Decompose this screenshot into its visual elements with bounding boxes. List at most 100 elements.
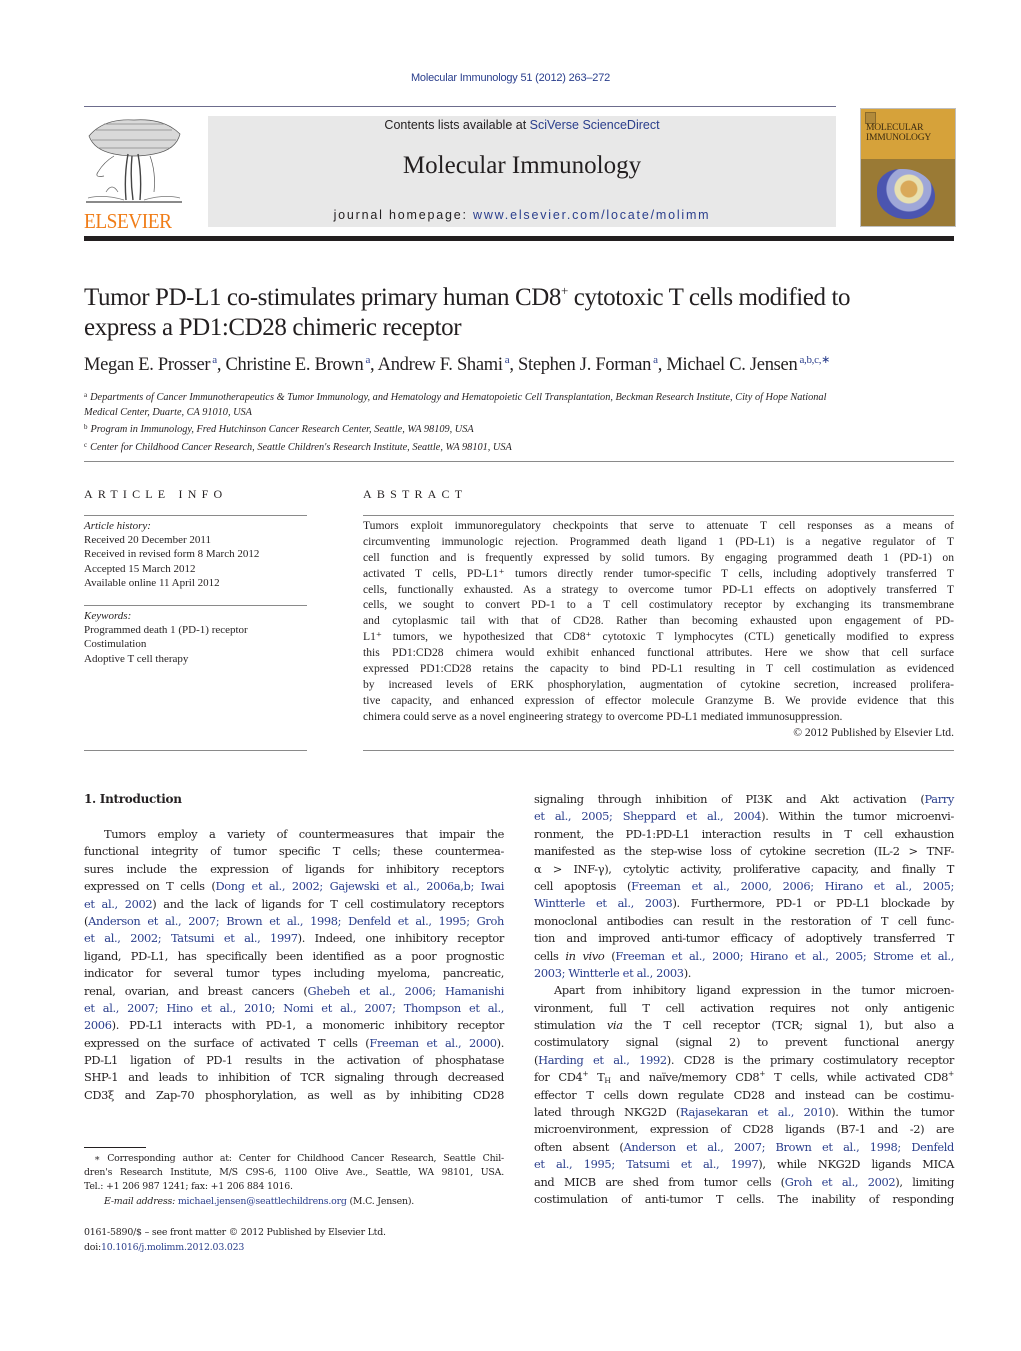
article-info-bottom-rule <box>84 750 307 751</box>
body-text-line: lated through NKG2D (Rajasekaran et al.,… <box>534 1104 954 1121</box>
issn-block: 0161-5890/$ – see front matter © 2012 Pu… <box>84 1225 504 1255</box>
text-run: and MICB are shed from tumor cells ( <box>534 1174 785 1189</box>
doi-link[interactable]: 10.1016/j.molimm.2012.03.023 <box>101 1242 244 1253</box>
homepage-url-link[interactable]: www.elsevier.com/locate/molimm <box>473 208 710 222</box>
abstract-line: tive capacity, and enhanced expression o… <box>363 693 954 707</box>
body-text-line: effector T cells down regulate CD28 and … <box>534 1087 954 1104</box>
footnote-line: dren's Research Institute, M/S C9S-6, 11… <box>84 1167 504 1179</box>
title-superscript: + <box>560 283 568 298</box>
citation-link[interactable]: 2006 <box>84 1018 112 1032</box>
abstract-line: by increased levels of ERK phosphorylati… <box>363 677 954 691</box>
text-run: via <box>606 1018 623 1033</box>
citation-link[interactable]: Freeman et al., 2000 <box>369 1036 497 1050</box>
abstract-line: activated T cells, PD-L1⁺ tumors directl… <box>363 566 954 580</box>
citation-link[interactable]: Freeman et al., 2000, 2006; Hirano et al… <box>631 879 954 893</box>
text-run: CD3ξ and Zap-70 phosphorylation, as well… <box>84 1087 504 1102</box>
title-text: Tumor PD-L1 co-stimulates primary human … <box>84 284 561 311</box>
text-run: stimulation <box>534 1018 607 1033</box>
body-text-line: for CD4+ TH and naïve/memory CD8+ T cell… <box>534 1069 954 1086</box>
citation-link[interactable]: 2003; Wintterle et al., 2003 <box>534 966 684 980</box>
body-text-line: and MICB are shed from tumor cells (Groh… <box>534 1174 954 1191</box>
citation-link[interactable]: Dong et al., 2002; Gajewski et al., 2006… <box>216 879 505 893</box>
author-name: Christine E. Brown <box>225 355 364 375</box>
keywords-label: Keywords: <box>84 610 132 622</box>
citation-link[interactable]: Harding et al., 1992 <box>538 1053 667 1067</box>
abstract-line: L1⁺ tumors, we hypothesized that CD8⁺ cy… <box>363 630 954 644</box>
citation-link[interactable]: Freeman et al., 2000; Hirano et al., 200… <box>615 949 954 963</box>
abstract-line: circumventing immunologic rejection. Pro… <box>363 534 954 548</box>
text-run: indicator for several tumor types includ… <box>84 966 504 981</box>
body-text-line: often absent (Anderson et al., 2007; Bro… <box>534 1139 954 1156</box>
body-text-line: 2006). PD-L1 interacts with PD-1, a mono… <box>84 1017 504 1034</box>
abstract-line: cell function and is frequently expresse… <box>363 550 954 564</box>
body-text-line: sures include the expression of ligands … <box>84 861 504 878</box>
citation-link[interactable]: et al., 2002; Tatsumi et al., 1997 <box>84 931 298 945</box>
body-text-line: indicator for several tumor types includ… <box>84 965 504 982</box>
journal-reference-link[interactable]: Molecular Immunology 51 (2012) 263–272 <box>0 72 1021 84</box>
abstract-line: cells, we sought to convert PD-1 to a T … <box>363 598 954 612</box>
history-online: Available online 11 April 2012 <box>84 576 220 589</box>
body-text-line: Apart from inhibitory ligand expression … <box>534 982 954 999</box>
title-text: cytotoxic T cells modified to <box>567 284 851 311</box>
text-run: ), while NKG2D ligands MICA <box>758 1157 954 1172</box>
abstract-line: expressed PD1:CD28 retains the capacity … <box>363 662 954 676</box>
citation-link[interactable]: Rajasekaran et al., 2010 <box>680 1105 831 1119</box>
citation-link[interactable]: et al., 2007; Hino et al., 2010; Nomi et… <box>84 1001 504 1015</box>
body-text-line: Wintterle et al., 2003). Furthermore, PD… <box>534 895 954 912</box>
cover-title-line: MOLECULAR <box>866 123 924 133</box>
front-matter-line: 0161-5890/$ – see front matter © 2012 Pu… <box>84 1227 386 1238</box>
author-affil-link[interactable]: a,b,c,∗ <box>799 354 830 366</box>
footnote-line: ∗ Corresponding author at: Center for Ch… <box>94 1153 504 1164</box>
citation-link[interactable]: Anderson et al., 2007; Brown et al., 199… <box>88 914 504 928</box>
elsevier-logo[interactable]: ELSEVIER <box>84 116 204 233</box>
elsevier-tree-icon <box>86 119 182 203</box>
citation-link[interactable]: et al., 2005; Sheppard et al., 2004 <box>534 809 762 823</box>
text-run: ). Indeed, one inhibitory receptor <box>297 931 505 946</box>
text-run: Apart from inhibitory ligand expression … <box>554 983 954 998</box>
text-run: T <box>588 1070 605 1085</box>
body-text-line: (Anderson et al., 2007; Brown et al., 19… <box>84 913 504 930</box>
title-line: Tumor PD-L1 co-stimulates primary human … <box>84 283 964 313</box>
text-run: expressed on the surface of activated T … <box>84 1035 370 1050</box>
body-text-line: tion and improved anti-tumor efficacy of… <box>534 930 954 947</box>
text-run: the T cell receptor (TCR; signal 1), but… <box>622 1018 954 1033</box>
body-text-line: Tumors employ a variety of countermeasur… <box>84 826 504 843</box>
body-text-line: (Harding et al., 1992). CD28 is the prim… <box>534 1052 954 1069</box>
author-list: Megan E. Prosser a, Christine E. Brown a, … <box>84 355 964 376</box>
text-run: often absent ( <box>534 1139 624 1154</box>
citation-link[interactable]: Anderson et al., 2007; Brown et al., 199… <box>623 1140 954 1154</box>
citation-link[interactable]: et al., 1995; Tatsumi et al., 1997 <box>534 1157 759 1171</box>
citation-link[interactable]: et al., 2002 <box>84 897 153 911</box>
title-line: express a PD1:CD28 chimeric receptor <box>84 314 462 341</box>
body-text-line: renal, ovarian, and breast cancers (Gheb… <box>84 983 504 1000</box>
affiliations: a Departments of Cancer Immunotherapeutic… <box>84 388 956 455</box>
body-text-line: signaling through inhibition of PI3K and… <box>534 791 954 808</box>
text-run: monoclonal antibodies can result in the … <box>534 913 954 928</box>
keywords-rule <box>84 605 307 606</box>
text-run: ) and the lack of ligands for T cell cos… <box>152 896 504 911</box>
article-history: Article history: Received 20 December 20… <box>84 519 314 590</box>
elsevier-wordmark: ELSEVIER <box>84 209 172 233</box>
citation-link[interactable]: Wintterle et al., 2003 <box>534 896 673 910</box>
text-run: SHP-1 and leads to inhibition of TCR sig… <box>84 1070 504 1085</box>
homepage-prefix: journal homepage: <box>333 208 474 222</box>
corresponding-author-footnote: ∗ Corresponding author at: Center for Ch… <box>84 1152 504 1209</box>
email-link[interactable]: michael.jensen@seattlechildrens.org <box>178 1196 347 1207</box>
text-run: ( <box>604 948 616 963</box>
keyword: Costimulation <box>84 638 147 651</box>
history-revised: Received in revised form 8 March 2012 <box>84 548 260 561</box>
sciencedirect-link[interactable]: SciVerse ScienceDirect <box>530 118 660 132</box>
journal-cover-image[interactable]: MOLECULAR IMMUNOLOGY <box>860 108 956 227</box>
author-name: Stephen J. Forman <box>517 355 652 375</box>
text-run: manifested as the step-wise loss of cyto… <box>534 844 954 859</box>
affiliation: b Program in Immunology, Fred Hutchinson … <box>84 420 956 438</box>
citation-link[interactable]: Ghebeh et al., 2006; Hamanishi <box>308 984 505 998</box>
abstract-bottom-rule <box>363 750 954 751</box>
text-run: ). Within the tumor microenvi- <box>761 809 954 824</box>
body-text-line: expressed on T cells (Dong et al., 2002;… <box>84 878 504 895</box>
email-label: E-mail address: <box>104 1195 176 1207</box>
affiliation-text: Center for Childhood Cancer Research, Se… <box>90 441 512 453</box>
citation-link[interactable]: Groh et al., 2002 <box>785 1175 896 1189</box>
citation-link[interactable]: Parry <box>924 792 954 806</box>
author-name: Michael C. Jensen <box>666 355 798 375</box>
